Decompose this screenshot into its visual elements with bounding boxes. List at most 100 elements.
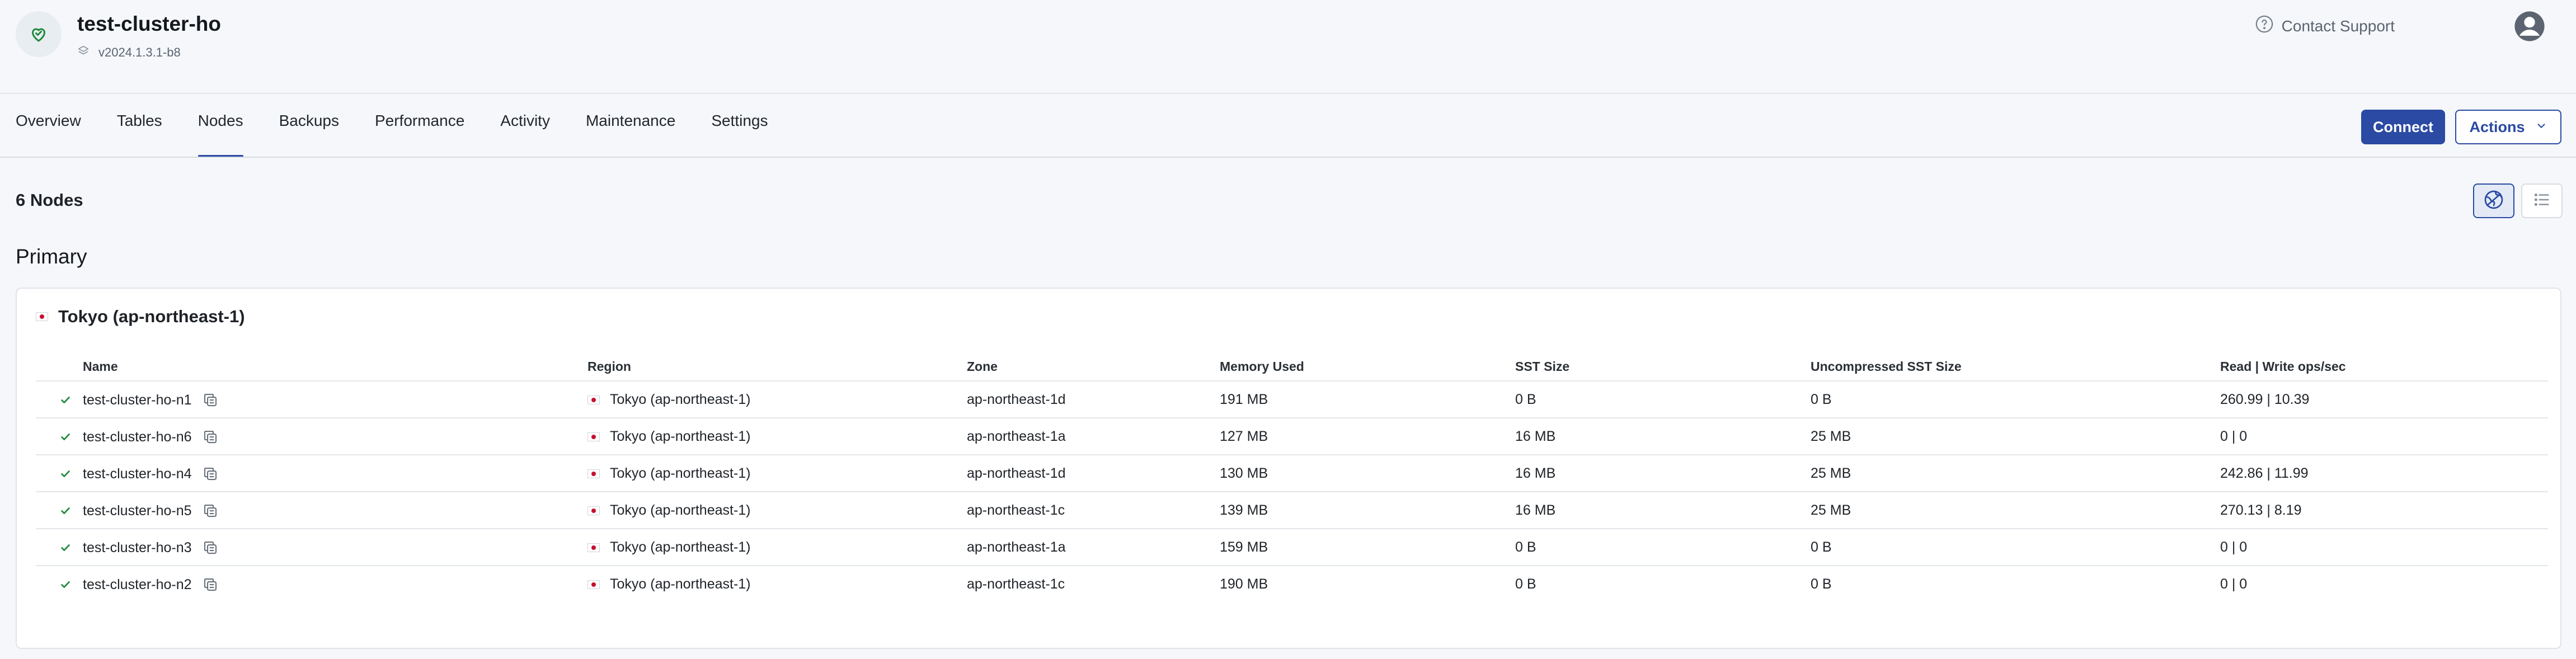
region-value: Tokyo (ap-northeast-1)	[610, 465, 751, 481]
node-name-cell: test-cluster-ho-n6	[83, 429, 219, 445]
tab-backups[interactable]: Backups	[279, 112, 339, 158]
zone-cell: ap-northeast-1c	[967, 502, 1065, 518]
actions-button[interactable]: Actions	[2455, 110, 2561, 144]
copy-icon[interactable]	[202, 539, 219, 556]
uncompressed-sst-cell: 25 MB	[1811, 465, 1851, 481]
read-write-cell: 0 | 0	[2220, 429, 2248, 444]
actions-label: Actions	[2469, 118, 2525, 135]
node-name: test-cluster-ho-n6	[83, 429, 192, 445]
copy-icon[interactable]	[202, 465, 219, 482]
japan-flag-icon	[587, 543, 600, 552]
version-label: v2024.1.3.1-b8	[98, 45, 181, 59]
status-ok-icon	[59, 431, 72, 446]
zone-cell: ap-northeast-1d	[967, 465, 1066, 481]
column-header-sst-size: SST Size	[1515, 359, 1570, 374]
zone-cell: ap-northeast-1a	[967, 429, 1066, 444]
copy-icon[interactable]	[202, 576, 219, 593]
tab-nodes[interactable]: Nodes	[198, 112, 243, 158]
uncompressed-sst-cell: 25 MB	[1811, 502, 1851, 518]
region-cell: Tokyo (ap-northeast-1)	[587, 502, 751, 519]
column-header-zone: Zone	[967, 359, 998, 374]
node-name-cell: test-cluster-ho-n4	[83, 465, 219, 482]
region-header: Tokyo (ap-northeast-1)	[36, 307, 245, 327]
tabs-divider	[0, 157, 2576, 158]
map-view-icon	[2483, 189, 2505, 214]
node-name-cell: test-cluster-ho-n5	[83, 502, 219, 519]
memory-cell: 190 MB	[1220, 576, 1268, 592]
user-avatar-icon[interactable]	[2513, 10, 2546, 43]
list-view-icon	[2532, 190, 2551, 212]
sst-size-cell: 16 MB	[1515, 465, 1556, 481]
memory-cell: 191 MB	[1220, 392, 1268, 407]
japan-flag-icon	[587, 395, 600, 404]
region-value: Tokyo (ap-northeast-1)	[610, 539, 751, 555]
section-title-primary: Primary	[16, 245, 87, 268]
uncompressed-sst-cell: 25 MB	[1811, 429, 1851, 444]
cluster-name: test-cluster-ho	[77, 12, 221, 35]
region-value: Tokyo (ap-northeast-1)	[610, 392, 751, 407]
status-ok-icon	[59, 578, 72, 594]
nodes-count: 6 Nodes	[16, 190, 83, 210]
sst-size-cell: 0 B	[1515, 576, 1536, 592]
column-header-memory: Memory Used	[1220, 359, 1304, 374]
uncompressed-sst-cell: 0 B	[1811, 539, 1832, 555]
tab-overview[interactable]: Overview	[16, 112, 81, 158]
node-name-cell: test-cluster-ho-n2	[83, 576, 219, 593]
node-name: test-cluster-ho-n4	[83, 465, 192, 482]
region-cell: Tokyo (ap-northeast-1)	[587, 429, 751, 445]
tab-tables[interactable]: Tables	[117, 112, 162, 158]
tab-settings[interactable]: Settings	[711, 112, 768, 158]
table-row[interactable]: test-cluster-ho-n2 Tokyo (ap-northeast-1)…	[36, 566, 2548, 603]
cluster-header: test-cluster-ho v2024.1.3.1-b8 Contact S…	[0, 0, 2576, 94]
tab-activity[interactable]: Activity	[500, 112, 550, 158]
copy-icon[interactable]	[202, 502, 219, 519]
list-view-toggle[interactable]	[2521, 183, 2563, 218]
node-name: test-cluster-ho-n3	[83, 539, 192, 556]
read-write-cell: 260.99 | 10.39	[2220, 392, 2310, 407]
region-cell: Tokyo (ap-northeast-1)	[587, 465, 751, 482]
region-card: Tokyo (ap-northeast-1) Name Region Zone …	[16, 288, 2561, 649]
column-header-read-write: Read | Write ops/sec	[2220, 359, 2346, 374]
copy-icon[interactable]	[202, 429, 219, 445]
table-row[interactable]: test-cluster-ho-n6 Tokyo (ap-northeast-1)…	[36, 418, 2548, 455]
region-cell: Tokyo (ap-northeast-1)	[587, 392, 751, 408]
node-name: test-cluster-ho-n2	[83, 576, 192, 592]
read-write-cell: 270.13 | 8.19	[2220, 502, 2302, 518]
japan-flag-icon	[587, 432, 600, 441]
zone-cell: ap-northeast-1d	[967, 392, 1066, 407]
column-header-uncompressed-sst: Uncompressed SST Size	[1811, 359, 1962, 374]
node-name-cell: test-cluster-ho-n1	[83, 392, 219, 408]
table-header: Name Region Zone Memory Used SST Size Un…	[36, 350, 2548, 382]
memory-cell: 159 MB	[1220, 539, 1268, 555]
node-name-cell: test-cluster-ho-n3	[83, 539, 219, 556]
contact-support-label: Contact Support	[2281, 17, 2395, 35]
japan-flag-icon	[36, 312, 48, 321]
sst-size-cell: 0 B	[1515, 392, 1536, 407]
memory-cell: 127 MB	[1220, 429, 1268, 444]
table-row[interactable]: test-cluster-ho-n3 Tokyo (ap-northeast-1)…	[36, 529, 2548, 566]
tab-performance[interactable]: Performance	[375, 112, 464, 158]
table-row[interactable]: test-cluster-ho-n1 Tokyo (ap-northeast-1)…	[36, 382, 2548, 418]
connect-button[interactable]: Connect	[2361, 110, 2445, 144]
column-header-name: Name	[83, 359, 118, 374]
heart-check-icon	[16, 11, 62, 57]
table-row[interactable]: test-cluster-ho-n5 Tokyo (ap-northeast-1)…	[36, 492, 2548, 529]
copy-icon[interactable]	[202, 392, 219, 408]
chevron-down-icon	[2535, 119, 2547, 136]
table-row[interactable]: test-cluster-ho-n4 Tokyo (ap-northeast-1)…	[36, 455, 2548, 492]
map-view-toggle[interactable]	[2473, 183, 2514, 218]
tab-maintenance[interactable]: Maintenance	[586, 112, 675, 158]
japan-flag-icon	[587, 580, 600, 589]
nodes-table: Name Region Zone Memory Used SST Size Un…	[36, 350, 2548, 603]
sst-size-cell: 16 MB	[1515, 502, 1556, 518]
region-title: Tokyo (ap-northeast-1)	[58, 307, 245, 326]
uncompressed-sst-cell: 0 B	[1811, 392, 1832, 407]
table-body: test-cluster-ho-n1 Tokyo (ap-northeast-1)…	[36, 382, 2548, 603]
memory-cell: 139 MB	[1220, 502, 1268, 518]
stack-icon	[77, 45, 90, 60]
japan-flag-icon	[587, 469, 600, 478]
memory-cell: 130 MB	[1220, 465, 1268, 481]
column-header-region: Region	[587, 359, 631, 374]
read-write-cell: 0 | 0	[2220, 576, 2248, 592]
contact-support-link[interactable]: Contact Support	[2255, 15, 2395, 37]
